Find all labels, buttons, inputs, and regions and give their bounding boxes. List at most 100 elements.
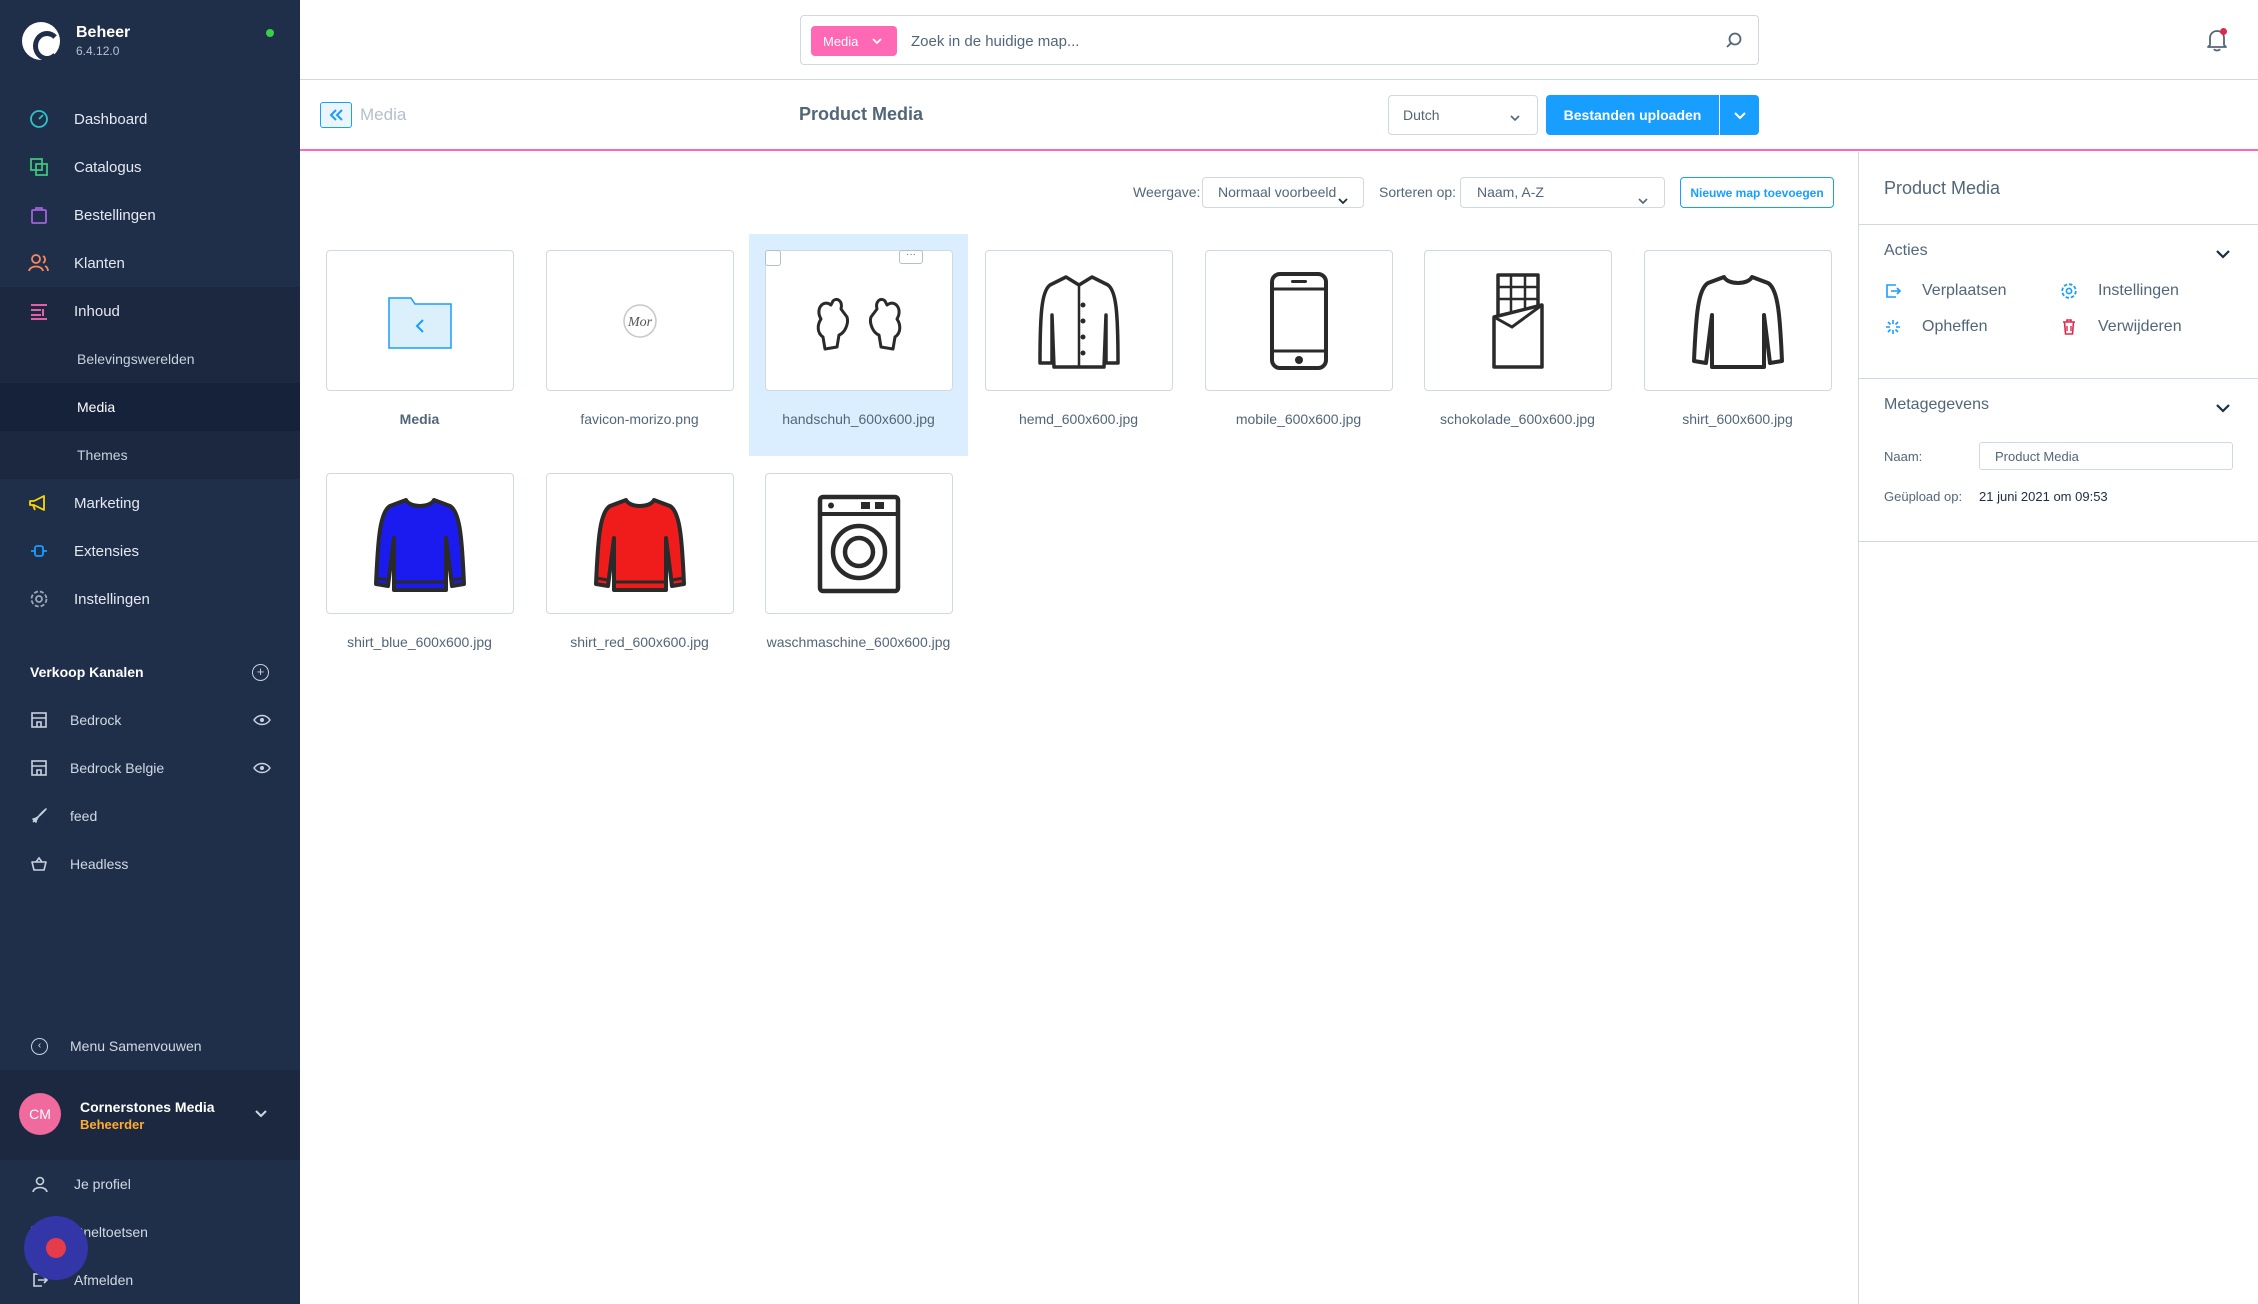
longsleeve-shirt-image xyxy=(1644,250,1832,391)
delete-action[interactable]: Verwijderen xyxy=(2060,318,2182,336)
metadata-section-title[interactable]: Metagegevens xyxy=(1884,396,1989,414)
dissolve-action[interactable]: Opheffen xyxy=(1884,318,1988,336)
sales-channel-label: Headless xyxy=(70,856,129,872)
sidebar-item-catalogus[interactable]: Catalogus xyxy=(0,143,300,191)
sidebar-subitem-themes[interactable]: Themes xyxy=(0,431,300,479)
new-folder-button[interactable]: Nieuwe map toevoegen xyxy=(1680,177,1834,208)
gloves-image xyxy=(765,250,953,391)
panel-title: Product Media xyxy=(1884,178,2001,198)
sidebar-item-instellingen[interactable]: Instellingen xyxy=(0,575,300,623)
add-sales-channel-icon[interactable]: + xyxy=(252,664,269,681)
shopware-logo-icon xyxy=(22,22,61,61)
divider xyxy=(1859,224,2258,225)
back-button[interactable] xyxy=(320,102,352,128)
sales-channel-bedrock[interactable]: Bedrock xyxy=(0,696,300,744)
user-icon xyxy=(30,1174,50,1194)
media-item-tile-selected[interactable]: ··· handschuh_600x600.jpg xyxy=(749,234,968,456)
chevron-down-icon xyxy=(1637,187,1649,216)
sales-channel-label: Bedrock Belgie xyxy=(70,760,165,776)
media-item-tile[interactable]: Mor favicon-morizo.png xyxy=(530,234,749,456)
sidebar-item-extensies[interactable]: Extensies xyxy=(0,527,300,575)
view-select[interactable]: Normaal voorbeeld xyxy=(1202,177,1364,208)
brand-version: 6.4.12.0 xyxy=(76,44,120,58)
chevron-down-icon[interactable] xyxy=(2215,247,2231,265)
chevron-down-icon xyxy=(871,34,883,49)
uploaded-value: 21 juni 2021 om 09:53 xyxy=(1979,489,2108,504)
sidebar-item-bestellingen[interactable]: Bestellingen xyxy=(0,191,300,239)
more-options-icon[interactable]: ··· xyxy=(899,250,923,264)
media-item-name: Media xyxy=(399,411,440,427)
global-search: Media xyxy=(800,15,1759,65)
sales-channel-feed[interactable]: feed xyxy=(0,792,300,840)
chocolate-image xyxy=(1424,250,1612,391)
media-item-tile[interactable]: schokolade_600x600.jpg xyxy=(1408,234,1627,456)
dissolve-label: Opheffen xyxy=(1922,318,1988,335)
uploaded-label: Geüpload op: xyxy=(1884,489,1963,504)
sidebar-subitem-belevingswerelden[interactable]: Belevingswerelden xyxy=(0,335,300,383)
sidebar-item-label: Extensies xyxy=(74,542,140,560)
move-icon xyxy=(1884,282,1902,300)
actions-section-title[interactable]: Acties xyxy=(1884,242,1928,260)
settings-label: Instellingen xyxy=(2098,282,2179,299)
breadcrumb[interactable]: Media xyxy=(360,105,406,125)
media-item-name: shirt_blue_600x600.jpg xyxy=(347,634,492,650)
divider xyxy=(1859,541,2258,542)
storefront-icon xyxy=(29,758,49,778)
language-select[interactable]: Dutch xyxy=(1388,95,1538,135)
select-checkbox[interactable] xyxy=(765,250,781,266)
name-field[interactable] xyxy=(1979,442,2233,470)
upload-files-button[interactable]: Bestanden uploaden xyxy=(1546,95,1719,135)
avatar: CM xyxy=(19,1093,61,1135)
search-scope-pill[interactable]: Media xyxy=(811,26,897,56)
extensions-icon xyxy=(28,540,50,562)
sidebar-item-dashboard[interactable]: Dashboard xyxy=(0,95,300,143)
collapse-menu-label: Menu Samenvouwen xyxy=(70,1038,202,1054)
eye-icon[interactable] xyxy=(252,761,272,775)
eye-icon[interactable] xyxy=(252,713,272,727)
media-folder-tile[interactable]: Media xyxy=(310,234,529,456)
sidebar-item-label: Klanten xyxy=(74,254,125,272)
delete-label: Verwijderen xyxy=(2098,318,2182,335)
chevron-down-icon[interactable] xyxy=(2215,401,2231,419)
marketing-icon xyxy=(28,492,50,514)
media-item-tile[interactable]: shirt_600x600.jpg xyxy=(1628,234,1847,456)
search-scope-label: Media xyxy=(823,33,859,49)
sort-value: Naam, A-Z xyxy=(1477,184,1544,200)
chevron-down-icon xyxy=(1337,187,1349,216)
upload-options-button[interactable] xyxy=(1720,95,1759,135)
brand-title: Beheer xyxy=(76,24,131,41)
red-shirt-image xyxy=(546,473,734,614)
basket-icon xyxy=(29,854,49,874)
media-item-name: schokolade_600x600.jpg xyxy=(1440,411,1595,427)
move-action[interactable]: Verplaatsen xyxy=(1884,282,2007,300)
chevron-down-icon xyxy=(1733,112,1746,120)
media-item-tile[interactable]: hemd_600x600.jpg xyxy=(969,234,1188,456)
logout-label: Afmelden xyxy=(74,1272,134,1288)
search-icon[interactable] xyxy=(1725,31,1743,54)
trash-icon xyxy=(2060,318,2078,336)
sidebar-subitem-label: Belevingswerelden xyxy=(77,351,195,367)
profile-link[interactable]: Je profiel xyxy=(0,1160,300,1208)
media-item-tile[interactable]: shirt_red_600x600.jpg xyxy=(530,457,749,679)
media-item-tile[interactable]: mobile_600x600.jpg xyxy=(1189,234,1408,456)
washing-machine-image xyxy=(765,473,953,614)
media-item-tile[interactable]: shirt_blue_600x600.jpg xyxy=(310,457,529,679)
collapse-menu-button[interactable]: ‹ Menu Samenvouwen xyxy=(0,1022,300,1070)
sidebar-item-inhoud[interactable]: Inhoud xyxy=(0,287,300,335)
sales-channel-headless[interactable]: Headless xyxy=(0,840,300,888)
chevron-down-icon xyxy=(1509,110,1521,126)
customers-icon xyxy=(28,252,50,274)
sidebar-item-label: Bestellingen xyxy=(74,206,156,224)
search-input[interactable] xyxy=(911,26,1711,56)
sidebar-subitem-media[interactable]: Media xyxy=(0,383,300,431)
sidebar-item-marketing[interactable]: Marketing xyxy=(0,479,300,527)
user-menu[interactable]: CM Cornerstones Media Beheerder xyxy=(0,1070,300,1160)
chevron-down-icon[interactable] xyxy=(254,1106,268,1124)
sidebar-item-klanten[interactable]: Klanten xyxy=(0,239,300,287)
sort-select[interactable]: Naam, A-Z xyxy=(1460,177,1665,208)
brand[interactable]: Beheer 6.4.12.0 xyxy=(22,22,131,61)
sales-channel-bedrock-belgie[interactable]: Bedrock Belgie xyxy=(0,744,300,792)
record-button[interactable] xyxy=(24,1216,88,1280)
settings-action[interactable]: Instellingen xyxy=(2060,282,2179,300)
media-item-tile[interactable]: waschmaschine_600x600.jpg xyxy=(749,457,968,679)
